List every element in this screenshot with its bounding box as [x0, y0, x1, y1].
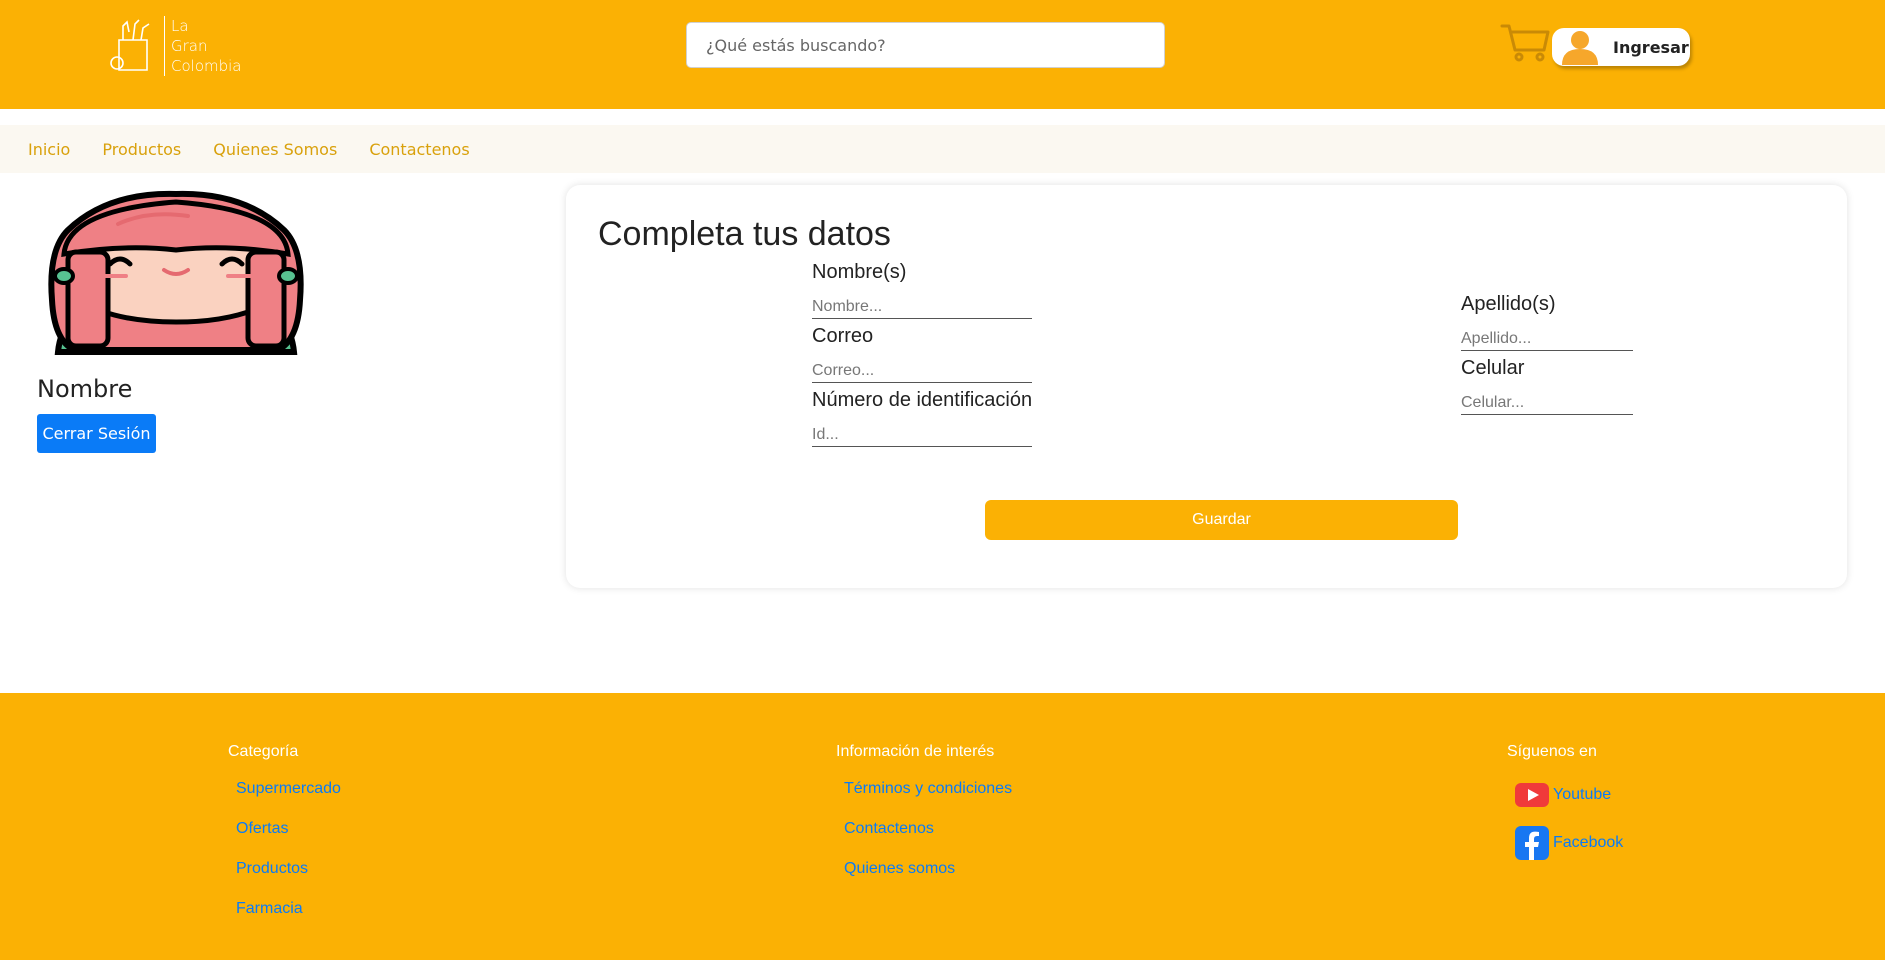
facebook-link[interactable]: Facebook: [1515, 819, 1623, 867]
first-name-label: Nombre(s): [812, 261, 907, 283]
logo[interactable]: La Gran Colombia: [109, 16, 249, 76]
nav-item-inicio[interactable]: Inicio: [28, 140, 70, 159]
id-input[interactable]: [812, 423, 1032, 447]
form-title: Completa tus datos: [598, 215, 891, 253]
footer-link-terminos[interactable]: Términos y condiciones: [844, 780, 1012, 820]
profile-form-card: Completa tus datos Nombre(s) Correo Núme…: [566, 185, 1847, 588]
nav-item-contactenos[interactable]: Contactenos: [369, 140, 469, 159]
logo-line: Gran: [171, 37, 208, 55]
avatar: [48, 190, 304, 355]
facebook-label: Facebook: [1553, 834, 1624, 851]
footer-link-ofertas[interactable]: Ofertas: [236, 820, 341, 860]
last-name-label: Apellido(s): [1461, 293, 1556, 315]
login-button[interactable]: Ingresar: [1552, 28, 1690, 66]
profile-name: Nombre: [37, 375, 133, 403]
footer-social-column: Síguenos en Youtube Facebook: [1507, 743, 1623, 867]
youtube-icon: [1515, 783, 1549, 807]
email-input[interactable]: [812, 359, 1032, 383]
logout-button[interactable]: Cerrar Sesión: [37, 414, 156, 453]
search-input[interactable]: [686, 22, 1165, 68]
footer-link-supermercado[interactable]: Supermercado: [236, 780, 341, 820]
footer-link-productos[interactable]: Productos: [236, 860, 341, 900]
footer-social-title: Síguenos en: [1507, 743, 1597, 760]
nav-item-productos[interactable]: Productos: [102, 140, 181, 159]
footer-link-quienes-somos[interactable]: Quienes somos: [844, 860, 1012, 900]
youtube-link[interactable]: Youtube: [1515, 771, 1623, 819]
first-name-input[interactable]: [812, 295, 1032, 319]
main-nav: Inicio Productos Quienes Somos Contacten…: [0, 125, 1885, 173]
nav-item-quienes-somos[interactable]: Quienes Somos: [213, 140, 337, 159]
save-button[interactable]: Guardar: [985, 500, 1458, 540]
logo-text: La Gran Colombia: [164, 16, 242, 76]
phone-input[interactable]: [1461, 391, 1633, 415]
footer-info-column: Información de interés Términos y condic…: [836, 743, 1012, 900]
footer-category-column: Categoría Supermercado Ofertas Productos…: [228, 743, 341, 940]
grocery-bag-icon: [110, 19, 150, 71]
footer-info-title: Información de interés: [836, 743, 995, 760]
id-label: Número de identificación: [812, 389, 1033, 411]
footer-category-title: Categoría: [228, 743, 299, 760]
shopping-cart-icon[interactable]: [1500, 22, 1550, 62]
footer: Categoría Supermercado Ofertas Productos…: [0, 693, 1885, 960]
youtube-label: Youtube: [1553, 786, 1612, 803]
last-name-input[interactable]: [1461, 327, 1633, 351]
login-label: Ingresar: [1613, 37, 1689, 57]
logo-line: La: [171, 17, 189, 35]
email-label: Correo: [812, 325, 874, 347]
facebook-icon: [1515, 826, 1549, 860]
footer-link-farmacia[interactable]: Farmacia: [236, 900, 341, 940]
phone-label: Celular: [1461, 357, 1525, 379]
footer-link-contactenos[interactable]: Contactenos: [844, 820, 1012, 860]
logo-line: Colombia: [171, 57, 242, 75]
user-icon: [1562, 31, 1598, 65]
header: La Gran Colombia Ingresar: [0, 0, 1885, 109]
